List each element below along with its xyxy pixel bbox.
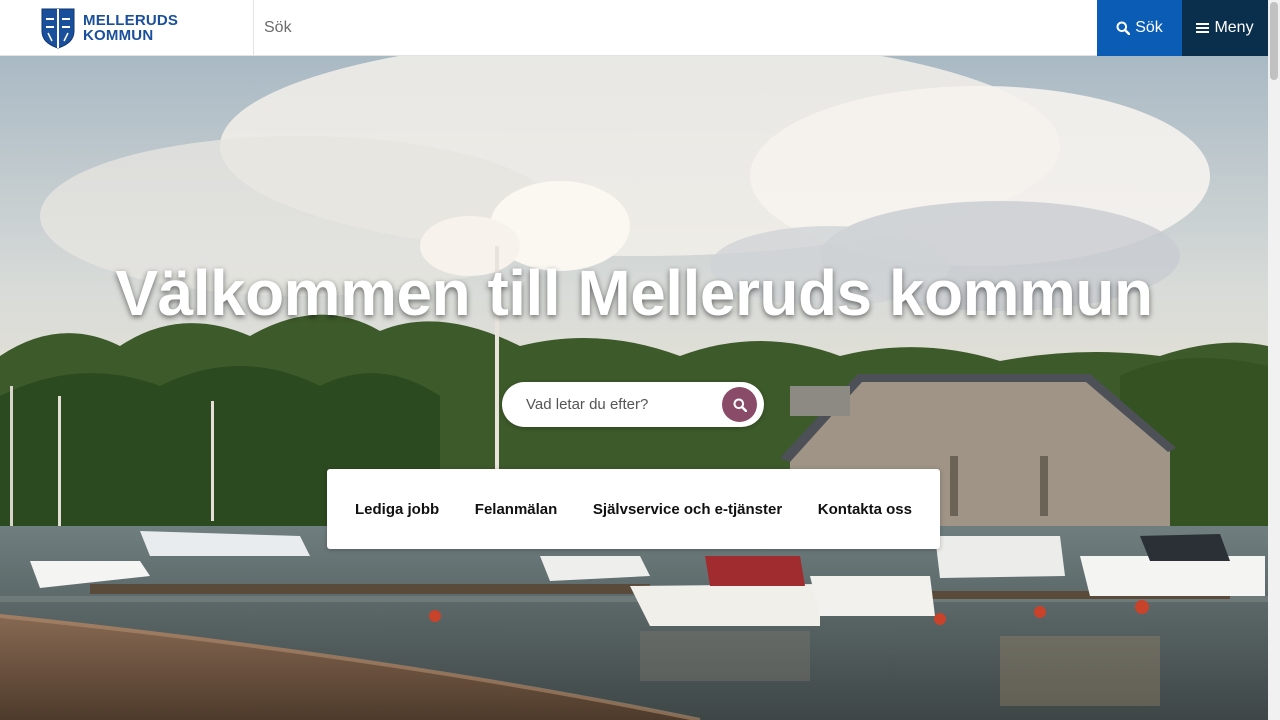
quick-link-kontakta-oss[interactable]: Kontakta oss: [818, 501, 912, 518]
quick-link-lediga-jobb[interactable]: Lediga jobb: [355, 501, 439, 518]
hero-section: Välkommen till Melleruds kommun Lediga j…: [0, 56, 1268, 720]
logo-line-1: MELLERUDS: [83, 12, 179, 29]
logo-line-2: KOMMUN: [83, 27, 154, 44]
coat-of-arms-icon: [41, 8, 75, 49]
hero-search-bar[interactable]: [502, 382, 764, 427]
menu-button-label: Meny: [1214, 19, 1254, 36]
site-header: MELLERUDS KOMMUN Sök Meny: [0, 0, 1268, 56]
hero-search-button[interactable]: [722, 387, 757, 422]
header-search-field[interactable]: [254, 0, 1097, 56]
hamburger-icon: [1196, 23, 1210, 33]
hero-title: Välkommen till Melleruds kommun: [115, 257, 1153, 329]
header-search-button[interactable]: Sök: [1097, 0, 1182, 56]
site-logo[interactable]: MELLERUDS KOMMUN: [0, 0, 254, 56]
site-logo-text: MELLERUDS KOMMUN: [83, 13, 178, 43]
search-icon: [1116, 21, 1131, 35]
hero-search-input[interactable]: [526, 396, 716, 413]
scrollbar-thumb[interactable]: [1270, 2, 1278, 80]
quick-link-sjalvservice[interactable]: Självservice och e-tjänster: [593, 501, 782, 518]
header-search-input[interactable]: [264, 19, 1097, 37]
quick-link-felanmalan[interactable]: Felanmälan: [475, 501, 558, 518]
menu-button[interactable]: Meny: [1182, 0, 1268, 56]
search-icon: [733, 398, 747, 412]
page-scrollbar[interactable]: [1268, 0, 1280, 720]
header-search-button-label: Sök: [1135, 19, 1163, 36]
quick-links-panel: Lediga jobb Felanmälan Självservice och …: [327, 469, 940, 549]
